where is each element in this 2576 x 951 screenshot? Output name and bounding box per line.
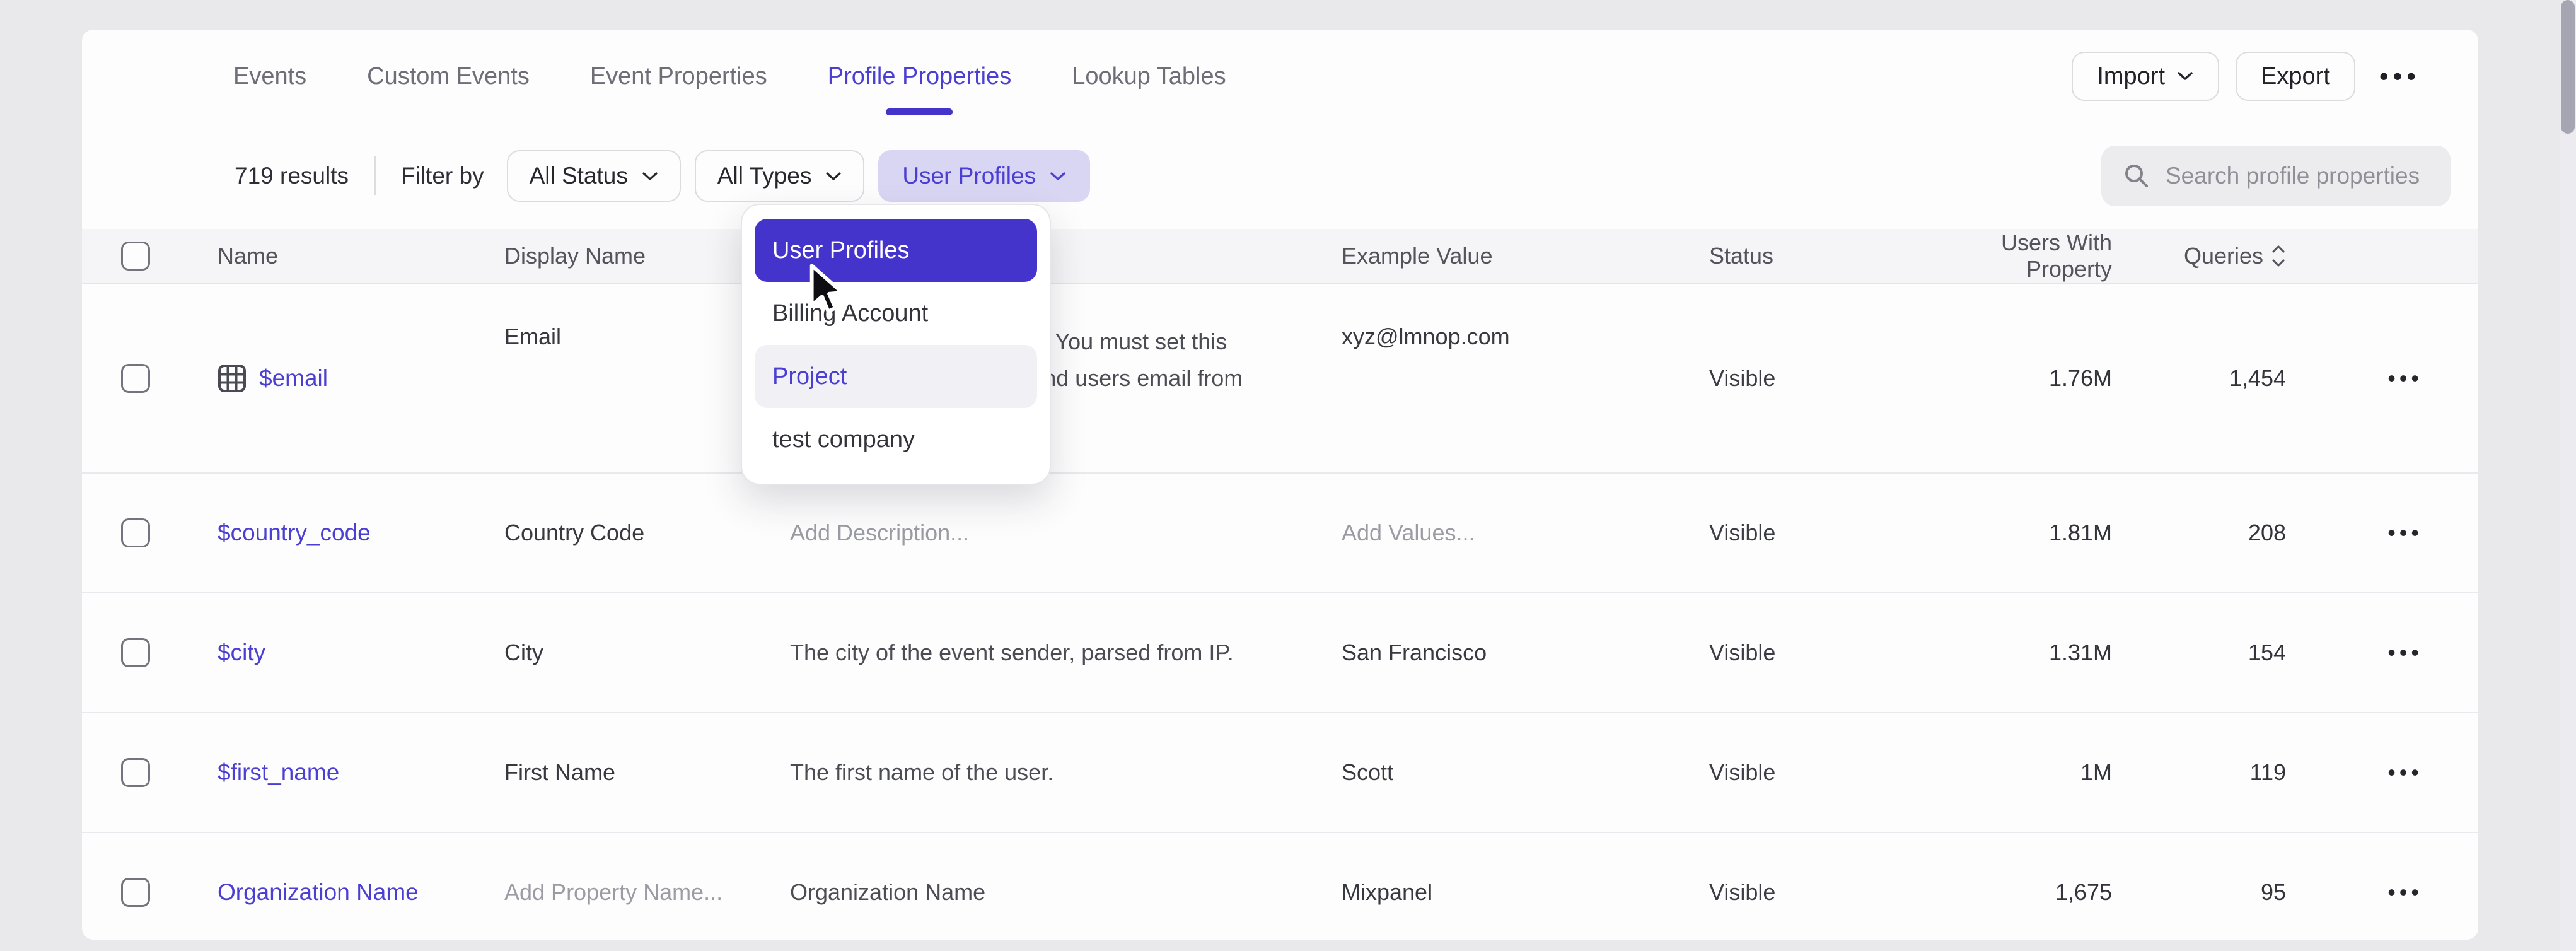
table-row: Organization Name Add Property Name... O… (82, 833, 2478, 940)
display-name-cell[interactable]: First Name (504, 759, 790, 786)
chevron-down-icon (2176, 71, 2194, 82)
tab-profile-properties[interactable]: Profile Properties (828, 30, 1011, 123)
property-name-link[interactable]: $email (218, 364, 504, 393)
type-filter-dropdown[interactable]: All Types (695, 150, 864, 202)
row-checkbox[interactable] (121, 364, 150, 393)
row-more-button[interactable]: ••• (2286, 759, 2478, 786)
property-name-link[interactable]: $country_code (218, 520, 504, 546)
example-value-cell[interactable]: San Francisco (1342, 639, 1709, 666)
row-checkbox[interactable] (121, 518, 150, 547)
queries-cell: 119 (2112, 759, 2286, 786)
sort-icon (2271, 242, 2286, 270)
tab-label: Event Properties (590, 63, 767, 90)
tab-lookup-tables[interactable]: Lookup Tables (1072, 30, 1226, 123)
grid-table-icon (218, 364, 247, 393)
tab-label: Events (233, 63, 306, 90)
status-cell[interactable]: Visible (1709, 759, 1910, 786)
example-value-cell[interactable]: Add Values... (1342, 520, 1709, 546)
row-more-button[interactable]: ••• (2286, 639, 2478, 666)
status-cell[interactable]: Visible (1709, 520, 1910, 546)
chevron-down-icon (825, 171, 842, 182)
tab-label: Profile Properties (828, 63, 1011, 90)
select-all-checkbox[interactable] (121, 242, 150, 271)
filter-by-label: Filter by (401, 163, 484, 189)
display-name-cell[interactable]: Country Code (504, 520, 790, 546)
queries-cell: 154 (2112, 639, 2286, 666)
tab-label: Custom Events (367, 63, 530, 90)
users-with-property-cell: 1.76M (1910, 365, 2112, 392)
header-users-with-property: Users With Property (1910, 230, 2112, 283)
import-button[interactable]: Import (2072, 52, 2219, 101)
search-input[interactable] (2166, 163, 2433, 189)
users-with-property-cell: 1.31M (1910, 639, 2112, 666)
entity-filter-dropdown[interactable]: User Profiles (878, 150, 1090, 202)
more-options-button[interactable]: ••• (2372, 61, 2428, 91)
tab-event-properties[interactable]: Event Properties (590, 30, 767, 123)
status-cell[interactable]: Visible (1709, 639, 1910, 666)
queries-cell: 95 (2112, 879, 2286, 906)
row-more-button[interactable]: ••• (2286, 879, 2478, 906)
property-name-link[interactable]: Organization Name (218, 879, 504, 906)
tab-events[interactable]: Events (233, 30, 306, 123)
status-cell[interactable]: Visible (1709, 365, 1910, 392)
table-header-row: Name Display Name Example Value Status U… (82, 229, 2478, 284)
chevron-down-icon (1050, 171, 1066, 182)
display-name-cell[interactable]: Add Property Name... (504, 879, 790, 906)
property-name-link[interactable]: $first_name (218, 759, 504, 786)
display-name-cell[interactable]: City (504, 639, 790, 666)
queries-cell: 1,454 (2112, 365, 2286, 392)
status-cell[interactable]: Visible (1709, 879, 1910, 906)
header-queries[interactable]: Queries (2112, 242, 2286, 270)
dropdown-item-user-profiles[interactable]: User Profiles (755, 219, 1037, 282)
divider (374, 156, 376, 195)
dropdown-item-billing-account[interactable]: Billing Account (755, 282, 1037, 345)
scrollbar-thumb[interactable] (2561, 0, 2575, 134)
tab-bar: Events Custom Events Event Properties Pr… (82, 30, 2478, 123)
example-value-cell[interactable]: Mixpanel (1342, 879, 1709, 906)
table-row: $email Email The user's email address. Y… (82, 284, 2478, 474)
tab-label: Lookup Tables (1072, 63, 1226, 90)
row-checkbox[interactable] (121, 758, 150, 787)
description-cell[interactable]: Organization Name (790, 874, 1342, 911)
example-value-cell[interactable]: xyz@lmnop.com (1342, 284, 1709, 350)
users-with-property-cell: 1M (1910, 759, 2112, 786)
row-checkbox[interactable] (121, 638, 150, 667)
users-with-property-cell: 1,675 (1910, 879, 2112, 906)
description-cell[interactable]: The city of the event sender, parsed fro… (790, 634, 1342, 671)
users-with-property-cell: 1.81M (1910, 520, 2112, 546)
properties-table: Name Display Name Example Value Status U… (82, 229, 2478, 940)
table-row: $first_name First Name The first name of… (82, 713, 2478, 833)
tab-custom-events[interactable]: Custom Events (367, 30, 530, 123)
header-status: Status (1709, 243, 1910, 269)
page: Events Custom Events Event Properties Pr… (0, 0, 2576, 951)
description-cell[interactable]: The first name of the user. (790, 754, 1342, 791)
scrollbar-track[interactable] (2560, 0, 2576, 951)
dropdown-item-project[interactable]: Project (755, 345, 1037, 408)
results-count: 719 results (235, 163, 349, 189)
filter-bar: 719 results Filter by All Status All Typ… (82, 123, 2478, 229)
row-more-button[interactable]: ••• (2286, 365, 2478, 392)
export-button[interactable]: Export (2236, 52, 2355, 101)
toolbar: Import Export ••• (2072, 52, 2478, 101)
row-more-button[interactable]: ••• (2286, 520, 2478, 546)
content-card: Events Custom Events Event Properties Pr… (82, 30, 2478, 940)
status-filter-dropdown[interactable]: All Status (507, 150, 681, 202)
description-cell[interactable]: Add Description... (790, 515, 1342, 551)
table-row: $country_code Country Code Add Descripti… (82, 474, 2478, 593)
header-example-value: Example Value (1342, 243, 1709, 269)
chevron-down-icon (642, 171, 658, 182)
header-name[interactable]: Name (218, 243, 504, 269)
property-name-link[interactable]: $city (218, 639, 504, 666)
table-row: $city City The city of the event sender,… (82, 593, 2478, 713)
search-icon (2123, 162, 2150, 190)
example-value-cell[interactable]: Scott (1342, 759, 1709, 786)
dropdown-item-test-company[interactable]: test company (755, 408, 1037, 471)
search-box (2101, 146, 2451, 206)
row-checkbox[interactable] (121, 878, 150, 907)
queries-cell: 208 (2112, 520, 2286, 546)
entity-dropdown-menu: User Profiles Billing Account Project te… (741, 204, 1051, 485)
